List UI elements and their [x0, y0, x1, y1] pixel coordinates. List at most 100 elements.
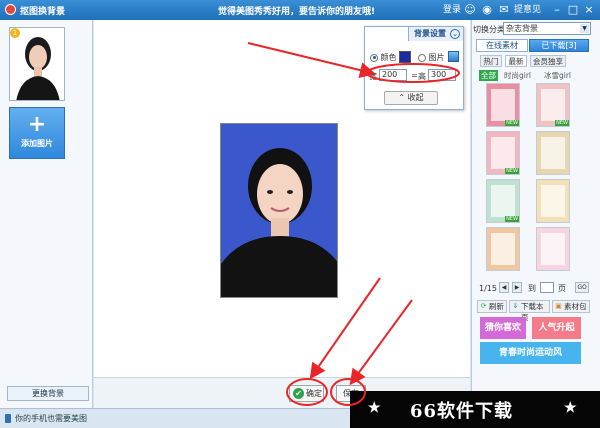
feedback-link[interactable]: 提意见: [514, 3, 541, 17]
close-icon[interactable]: ×: [582, 3, 596, 17]
template-frame: [491, 233, 515, 265]
page-input[interactable]: [540, 282, 554, 293]
subtab-latest[interactable]: 最新: [505, 55, 527, 67]
template-frame: [491, 89, 515, 121]
picture-option[interactable]: 图片: [418, 52, 445, 63]
picture-label: 图片: [428, 53, 445, 62]
change-background-button[interactable]: 更换背景: [7, 386, 89, 401]
title-bar: 抠图换背景 觉得美图秀秀好用，要告诉你的朋友哦! 登录 ☺ ◉ ✉ 提意见 – …: [0, 0, 600, 20]
template-thumbnail[interactable]: NEW: [486, 83, 520, 127]
color-option[interactable]: 颜色: [370, 52, 397, 63]
download-page-button[interactable]: ⇓ 下载本页: [509, 300, 550, 322]
ad-guess-you-like[interactable]: 猜你喜欢: [480, 317, 526, 339]
ok-button[interactable]: ✔ 确定: [289, 385, 324, 402]
picture-icon[interactable]: [448, 51, 459, 62]
subtab-member[interactable]: 会员独享: [530, 55, 566, 67]
color-swatch[interactable]: [399, 51, 411, 63]
page-indicator: 1/15: [479, 284, 497, 293]
download-icon: ⇓: [512, 302, 519, 310]
collapse-icon: ⌃: [398, 93, 406, 102]
refresh-button[interactable]: ⟳ 刷新: [477, 300, 507, 313]
add-image-button[interactable]: + 添加图片: [9, 107, 65, 159]
window-title: 抠图换背景: [20, 7, 66, 17]
add-image-label: 添加图片: [21, 139, 53, 148]
change-background-label: 更换背景: [32, 389, 64, 398]
go-button[interactable]: GO: [575, 282, 589, 293]
color-radio[interactable]: [370, 53, 378, 62]
ad-popular[interactable]: 人气升起: [532, 317, 581, 339]
material-pack-label: 素材包: [564, 302, 587, 311]
template-thumbnail[interactable]: NEW: [486, 131, 520, 175]
subtab-hot[interactable]: 热门: [480, 55, 502, 67]
minimize-icon[interactable]: –: [550, 3, 564, 17]
collapse-button[interactable]: ⌃ 收起: [384, 91, 438, 105]
template-thumbnail[interactable]: [486, 227, 520, 271]
app-logo-icon: [5, 4, 16, 15]
template-thumbnail[interactable]: NEW: [486, 179, 520, 223]
thumbnail-badge: 1: [10, 28, 20, 38]
chevron-down-icon: ⌄: [450, 29, 460, 39]
tab-online-material[interactable]: 在线素材: [476, 39, 528, 52]
user-icon[interactable]: ☺: [463, 3, 477, 17]
new-badge: NEW: [505, 216, 519, 222]
dropdown-arrow-icon: ▼: [580, 24, 589, 33]
new-badge: NEW: [505, 120, 519, 126]
template-thumbnail[interactable]: [536, 227, 570, 271]
category-select[interactable]: 杂志背景 ▼: [503, 22, 591, 35]
filter-all[interactable]: 全部: [479, 70, 498, 81]
category-value: 杂志背景: [506, 24, 538, 33]
portrait-image: [221, 124, 337, 297]
picture-radio[interactable]: [418, 53, 426, 62]
filter-fashion-girl[interactable]: 时尚girl: [504, 70, 531, 81]
page-label: 页: [558, 284, 566, 293]
width-label: 宽: [369, 72, 377, 81]
star-icon: ★: [368, 400, 381, 416]
refresh-icon: ⟳: [480, 302, 487, 310]
ok-label: 确定: [306, 389, 322, 398]
template-thumbnail[interactable]: [536, 179, 570, 223]
height-input[interactable]: 300: [428, 69, 456, 81]
template-frame: [491, 137, 515, 169]
new-badge: NEW: [505, 168, 519, 174]
tab-downloaded[interactable]: 已下载[3]: [529, 39, 589, 52]
template-frame: [541, 137, 565, 169]
main-photo[interactable]: [220, 123, 338, 298]
width-input[interactable]: 200: [379, 69, 407, 81]
template-frame: [491, 185, 515, 217]
template-frame: [541, 89, 565, 121]
template-thumbnail[interactable]: [536, 131, 570, 175]
ad-youth-sport[interactable]: 青春时尚运动风: [480, 342, 581, 364]
template-thumbnail[interactable]: NEW: [536, 83, 570, 127]
background-settings-tab[interactable]: 背景设置 ⌄: [408, 26, 464, 41]
login-link[interactable]: 登录: [443, 3, 461, 17]
status-text[interactable]: 你的手机也需要美图: [15, 410, 87, 428]
message-icon[interactable]: ✉: [497, 3, 511, 17]
goto-label: 到: [528, 284, 536, 293]
thumbnail-portrait: [10, 28, 64, 100]
watermark-banner: ★ 66软件下载 ★: [350, 391, 600, 428]
filter-ice-girl[interactable]: 冰雪girl: [544, 70, 571, 81]
photo-thumbnail[interactable]: 1: [9, 27, 65, 101]
template-frame: [541, 233, 565, 265]
prev-page-icon[interactable]: ◀: [499, 282, 509, 293]
phone-icon: [5, 414, 11, 423]
color-label: 颜色: [380, 53, 397, 62]
next-page-icon[interactable]: ▶: [512, 282, 522, 293]
star-icon: ★: [564, 400, 577, 416]
plus-icon: +: [27, 112, 47, 137]
category-label: 切换分类: [473, 25, 505, 34]
size-separator: =: [411, 71, 418, 80]
material-pack-button[interactable]: ▣ 素材包: [552, 300, 590, 313]
template-frame: [541, 185, 565, 217]
avatar-icon[interactable]: ◉: [480, 3, 494, 17]
slogan-text: 觉得美图秀秀好用，要告诉你的朋友哦!: [218, 7, 376, 17]
watermark-text: 66软件下载: [410, 401, 514, 422]
height-label: 高: [418, 72, 426, 81]
maximize-icon[interactable]: □: [566, 3, 580, 17]
package-icon: ▣: [555, 302, 562, 310]
refresh-label: 刷新: [489, 302, 504, 311]
collapse-label: 收起: [407, 93, 424, 102]
check-icon: ✔: [293, 388, 304, 399]
new-badge: NEW: [555, 120, 569, 126]
left-panel: 1 + 添加图片 更换背景: [0, 20, 93, 408]
